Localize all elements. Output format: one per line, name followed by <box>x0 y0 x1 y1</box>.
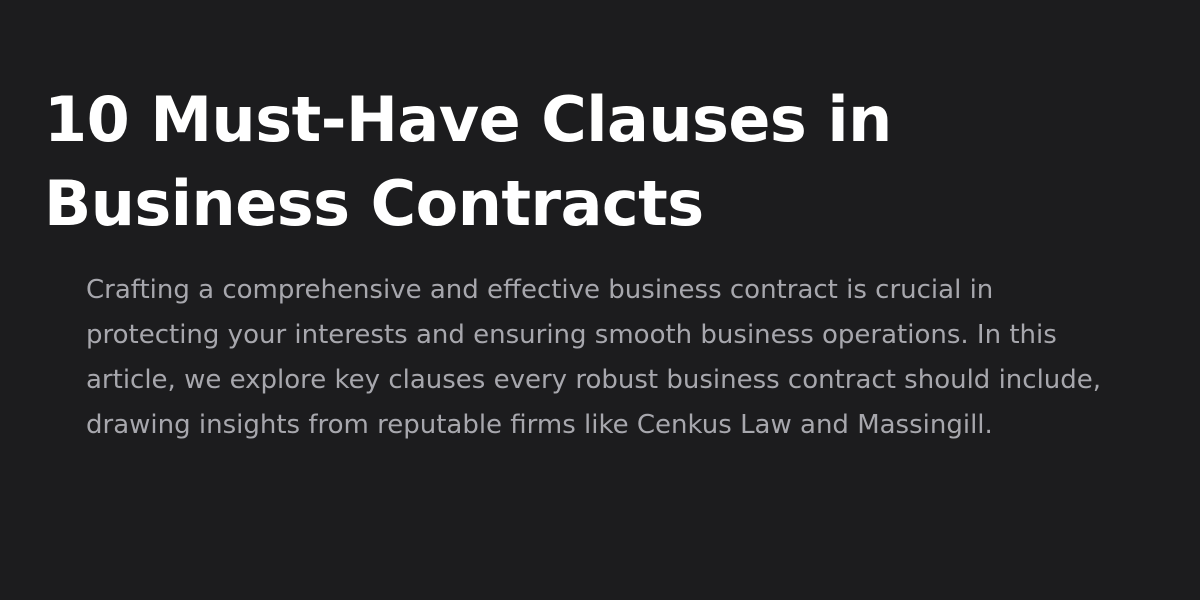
article-excerpt: Crafting a comprehensive and effective b… <box>86 275 1102 440</box>
article-preview-card: 10 Must-Have Clauses in Business Contrac… <box>0 0 1200 600</box>
article-title: 10 Must-Have Clauses in Business Contrac… <box>44 83 892 240</box>
